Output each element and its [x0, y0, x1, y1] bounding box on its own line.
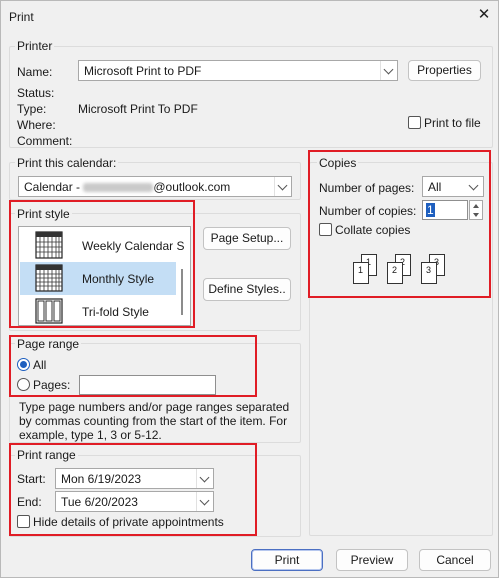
type-value: Microsoft Print To PDF: [78, 102, 198, 116]
cancel-button[interactable]: Cancel: [419, 549, 491, 571]
style-item-label: Weekly Calendar S: [82, 239, 185, 253]
print-button[interactable]: Print: [251, 549, 323, 571]
print-style-group-label: Print style: [15, 207, 72, 221]
page-range-pages-radio[interactable]: [17, 378, 30, 391]
page-range-pages-label[interactable]: Pages:: [33, 378, 70, 392]
hide-details-label[interactable]: Hide details of private appointments: [33, 515, 224, 529]
list-scrollbar[interactable]: [181, 269, 183, 315]
chevron-down-icon[interactable]: [466, 177, 483, 196]
chevron-down-icon[interactable]: [196, 492, 213, 511]
page-range-all-label[interactable]: All: [33, 358, 46, 372]
page-icon: 2: [387, 262, 403, 284]
spin-up-icon[interactable]: [473, 204, 479, 208]
print-to-file-label[interactable]: Print to file: [424, 116, 481, 130]
collate-copies-label[interactable]: Collate copies: [335, 223, 410, 237]
dialog-title: Print: [9, 10, 34, 24]
calendar-select[interactable]: Calendar - @outlook.com: [18, 176, 292, 197]
collate-copies-checkbox[interactable]: [319, 223, 332, 236]
preview-button[interactable]: Preview: [336, 549, 408, 571]
number-of-pages-label: Number of pages:: [319, 181, 415, 195]
redacted-email: [83, 183, 154, 193]
chevron-down-icon[interactable]: [196, 469, 213, 488]
number-of-copies-input[interactable]: 1: [422, 200, 468, 220]
status-label: Status:: [17, 86, 55, 100]
chevron-down-icon[interactable]: [274, 177, 291, 196]
print-style-list[interactable]: Weekly Calendar S Monthly Style Tri-fold…: [18, 226, 191, 326]
collate-illustration: 1 1 2 2 3 3: [349, 254, 459, 288]
spin-down-icon[interactable]: [473, 213, 479, 217]
end-label: End:: [17, 495, 42, 509]
monthly-calendar-icon: [35, 264, 63, 292]
page-range-description: Type page numbers and/or page ranges sep…: [19, 400, 290, 442]
printer-group-label: Printer: [15, 39, 55, 53]
close-icon[interactable]: ✕: [473, 5, 495, 25]
print-range-group-label: Print range: [15, 448, 78, 462]
printer-name-select[interactable]: Microsoft Print to PDF: [78, 60, 398, 81]
copies-spinner[interactable]: [469, 200, 483, 220]
where-label: Where:: [17, 118, 56, 132]
page-icon: 1: [353, 262, 369, 284]
chevron-down-icon[interactable]: [380, 61, 397, 80]
style-item-trifold[interactable]: Tri-fold Style: [20, 295, 176, 325]
print-to-file-checkbox[interactable]: [408, 116, 421, 129]
define-styles-button[interactable]: Define Styles..: [203, 278, 291, 301]
print-dialog: Print ✕ Printer Name: Microsoft Print to…: [0, 0, 499, 578]
page-setup-button[interactable]: Page Setup...: [203, 227, 291, 250]
number-of-copies-label: Number of copies:: [319, 204, 417, 218]
style-item-weekly[interactable]: Weekly Calendar S: [20, 229, 185, 262]
weekly-calendar-icon: [35, 231, 63, 259]
hide-details-checkbox[interactable]: [17, 515, 30, 528]
comment-label: Comment:: [17, 134, 73, 148]
end-date-value: Tue 6/20/2023: [61, 495, 138, 509]
calendar-value: Calendar - @outlook.com: [24, 180, 230, 194]
start-label: Start:: [17, 472, 46, 486]
trifold-icon: [35, 298, 63, 324]
page-range-all-radio[interactable]: [17, 358, 30, 371]
number-of-pages-select[interactable]: All: [422, 176, 484, 197]
pages-input[interactable]: [79, 375, 216, 395]
type-label: Type:: [17, 102, 47, 116]
end-date-select[interactable]: Tue 6/20/2023: [55, 491, 214, 512]
page-range-group-label: Page range: [15, 337, 82, 351]
copies-group-label: Copies: [317, 156, 359, 170]
properties-button[interactable]: Properties: [408, 60, 481, 81]
start-date-select[interactable]: Mon 6/19/2023: [55, 468, 214, 489]
name-label: Name:: [17, 65, 53, 79]
page-icon: 3: [421, 262, 437, 284]
calendar-value-suffix: @outlook.com: [153, 180, 231, 194]
style-item-label: Monthly Style: [82, 272, 155, 286]
copies-value: 1: [426, 203, 435, 217]
printer-name-value: Microsoft Print to PDF: [84, 64, 202, 78]
number-of-pages-value: All: [428, 180, 442, 194]
style-item-monthly[interactable]: Monthly Style: [20, 262, 176, 295]
style-item-label: Tri-fold Style: [82, 305, 149, 319]
start-date-value: Mon 6/19/2023: [61, 472, 142, 486]
calendar-group-label: Print this calendar:: [15, 156, 119, 170]
calendar-value-prefix: Calendar -: [24, 180, 84, 194]
